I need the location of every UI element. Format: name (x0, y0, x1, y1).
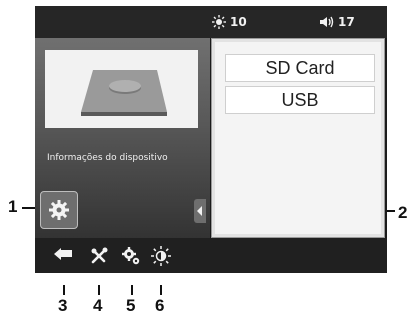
speaker-icon (320, 16, 334, 28)
callout-5-line (131, 285, 133, 295)
back-arrow-icon (54, 248, 72, 260)
storage-option-usb[interactable]: USB (225, 86, 375, 114)
callout-6-line (160, 285, 162, 295)
device-preview-image (45, 50, 198, 128)
brightness-button[interactable] (150, 245, 172, 267)
brightness-value: 10 (230, 15, 247, 29)
brightness-status: 10 (212, 14, 247, 30)
volume-value: 17 (338, 15, 355, 29)
callout-3: 3 (58, 296, 68, 315)
volume-status: 17 (318, 14, 355, 30)
settings-gears-icon (122, 247, 140, 265)
brightness-icon (151, 246, 171, 266)
brightness-icon (212, 15, 226, 29)
callout-4: 4 (93, 296, 103, 315)
callout-2: 2 (398, 203, 408, 222)
settings-button[interactable] (120, 245, 142, 267)
gear-icon (49, 200, 69, 220)
device-info-label: Informações do dispositivo (47, 153, 168, 163)
back-button[interactable] (52, 245, 74, 267)
device-info-panel: Informações do dispositivo (35, 38, 210, 238)
callout-4-line (98, 285, 100, 295)
tools-button[interactable] (88, 245, 110, 267)
storage-option-sd-card[interactable]: SD Card (225, 54, 375, 82)
tools-icon (91, 247, 108, 264)
callout-1: 1 (8, 197, 18, 216)
callout-6: 6 (155, 296, 165, 315)
panel-collapse-tab[interactable] (194, 199, 206, 223)
callout-3-line (63, 285, 65, 295)
device-screen: 10 17 Informações do dispositivo SD Card… (35, 6, 387, 273)
bottom-toolbar (35, 238, 387, 273)
storage-panel: SD Card USB (211, 38, 385, 238)
callout-5: 5 (126, 296, 136, 315)
storage-list: SD Card USB (215, 42, 381, 234)
status-bar: 10 17 (35, 6, 387, 38)
device-settings-button[interactable] (40, 191, 78, 229)
chevron-left-icon (197, 206, 202, 216)
